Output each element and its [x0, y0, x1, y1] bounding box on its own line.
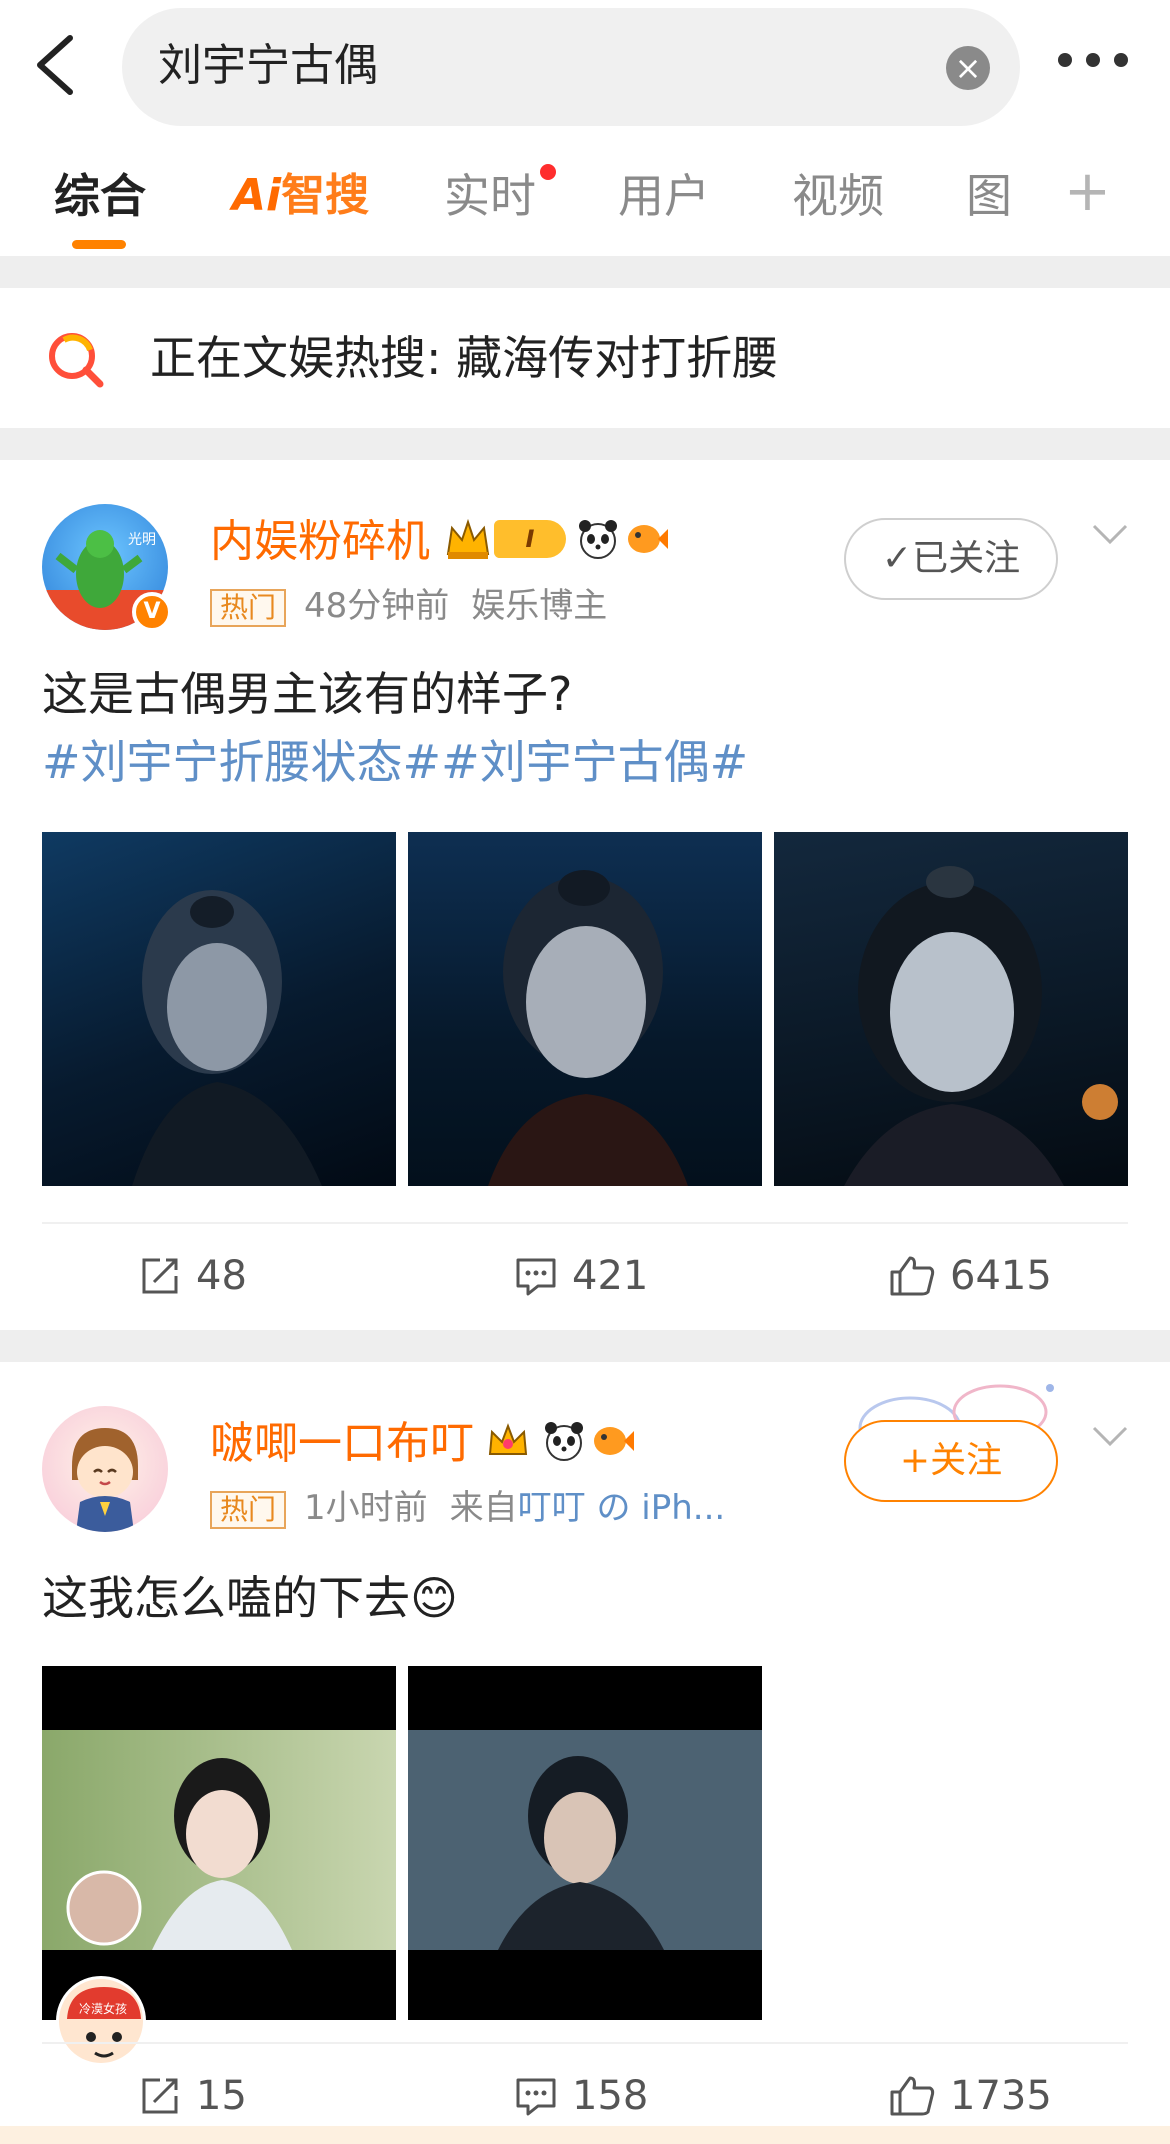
post-image-art [844, 866, 1118, 1186]
divider [0, 1330, 1170, 1362]
post-meta: 热门 48分钟前 娱乐博主 [210, 584, 607, 628]
post-time: 48分钟前 [304, 586, 450, 626]
post-image-art [408, 1666, 762, 1950]
post-meta: 热门 1小时前 来自叮叮 の iPh... [210, 1486, 725, 1530]
post-image[interactable] [42, 832, 396, 1186]
back-arrow-icon[interactable] [28, 30, 88, 100]
active-tab-indicator [72, 240, 126, 249]
comment-button[interactable]: 158 [514, 2066, 648, 2122]
search-tabs: 综合 Ai智搜 实时 用户 视频 图 [0, 140, 1170, 256]
more-options-icon[interactable] [1058, 52, 1158, 82]
post-image-art [488, 870, 688, 1186]
bottom-edge [0, 2126, 1170, 2144]
avatar-caption: 光明 [128, 532, 156, 548]
post-card[interactable]: 光明 V 内娱粉碎机 I 热门 48分钟前 娱乐博主 ✓已关注 这是古偶男主该有的样… [0, 460, 1170, 1330]
post-hashtags[interactable]: #刘宇宁折腰状态##刘宇宁古偶# [42, 728, 1142, 796]
like-button[interactable]: 1735 [888, 2066, 1052, 2122]
ai-logo-text: Ai [232, 170, 282, 221]
divider [0, 428, 1170, 460]
add-tab-icon[interactable]: + [1064, 164, 1111, 220]
crown-icon [446, 518, 490, 559]
post-text-line: 这我怎么嗑的下去 [42, 1571, 410, 1625]
source-prefix: 来自 [449, 1488, 518, 1528]
repost-button[interactable]: 48 [138, 1246, 247, 1302]
divider [0, 256, 1170, 288]
post-image[interactable] [774, 832, 1128, 1186]
post-image-art [42, 1666, 396, 1950]
user-identity: 娱乐博主 [471, 586, 608, 626]
hot-search-banner[interactable]: 正在文娱热搜: 藏海传对打折腰 [0, 288, 1170, 428]
search-input[interactable]: 刘宇宁古偶 × [122, 8, 1020, 126]
comment-count: 421 [572, 1253, 649, 1299]
ai-search-label: 智搜 [281, 170, 370, 221]
comment-button[interactable]: 421 [514, 1246, 648, 1302]
chevron-down-icon[interactable] [1090, 1424, 1130, 1448]
comment-icon [516, 2078, 556, 2116]
fish-icon [628, 525, 668, 553]
hot-search-icon [49, 333, 104, 388]
tab-comprehensive[interactable]: 综合 [54, 168, 146, 224]
thumbs-up-icon [890, 1256, 935, 1296]
like-count: 1735 [950, 2073, 1052, 2119]
member-level-badge: I [494, 520, 566, 558]
following-button[interactable]: ✓已关注 [844, 518, 1058, 600]
avatar[interactable] [42, 1406, 168, 1532]
post-card[interactable]: 啵唧一口布叮 热门 1小时前 来自叮叮 の iPh... +关注 这我怎么嗑的下去😊 [0, 1362, 1170, 2144]
clear-search-icon[interactable]: × [946, 46, 990, 90]
post-image[interactable] [408, 1666, 762, 2020]
panda-icon [579, 520, 617, 559]
repost-count: 48 [196, 1253, 247, 1299]
post-image[interactable] [408, 832, 762, 1186]
realtime-notification-dot [540, 164, 556, 180]
username[interactable]: 内娱粉碎机 [210, 514, 430, 570]
like-button[interactable]: 6415 [888, 1246, 1052, 1302]
post-actions: 48 421 6415 [42, 1222, 1128, 1322]
follow-button[interactable]: +关注 [844, 1420, 1058, 1502]
username[interactable]: 啵唧一口布叮 [210, 1416, 474, 1472]
hot-search-text: 正在文娱热搜: 藏海传对打折腰 [150, 331, 779, 385]
tab-ai-search[interactable]: Ai智搜 [232, 168, 369, 224]
smile-emoji: 😊 [410, 1571, 458, 1625]
top-bar: 刘宇宁古偶 × [0, 0, 1170, 140]
post-content: 这是古偶男主该有的样子? #刘宇宁折腰状态##刘宇宁古偶# [42, 660, 1142, 796]
post-image-art [132, 890, 322, 1186]
avatar-image [72, 1428, 138, 1532]
tab-images[interactable]: 图 [966, 168, 1012, 224]
hot-tag-badge: 热门 [210, 588, 287, 627]
repost-button[interactable]: 15 [138, 2066, 247, 2122]
post-content: 这我怎么嗑的下去😊 [42, 1564, 1142, 1632]
fish-icon [594, 1427, 634, 1455]
panda-icon [545, 1422, 583, 1461]
tab-realtime[interactable]: 实时 [444, 168, 536, 224]
user-badges: I [444, 516, 668, 566]
tab-users[interactable]: 用户 [618, 168, 710, 224]
thumbs-up-icon [890, 2076, 935, 2116]
post-text-line: 这是古偶男主该有的样子? [42, 667, 573, 721]
crown-icon [488, 1423, 528, 1455]
repost-count: 15 [196, 2073, 247, 2119]
post-source[interactable]: 叮叮 の iPh... [518, 1488, 726, 1528]
post-time: 1小时前 [304, 1488, 428, 1528]
verified-badge-icon: V [132, 592, 172, 632]
comment-count: 158 [572, 2073, 649, 2119]
user-badges [484, 1418, 634, 1468]
tab-videos[interactable]: 视频 [792, 168, 884, 224]
post-image[interactable] [42, 1666, 396, 2020]
comment-icon [516, 1258, 556, 1296]
like-count: 6415 [950, 1253, 1052, 1299]
sticker-caption: 冷漠女孩 [79, 2001, 127, 2016]
hot-tag-badge: 热门 [210, 1490, 287, 1529]
search-query-text[interactable]: 刘宇宁古偶 [158, 38, 378, 94]
repost-icon [142, 2078, 178, 2114]
chevron-down-icon[interactable] [1090, 522, 1130, 546]
repost-icon [142, 1258, 178, 1294]
